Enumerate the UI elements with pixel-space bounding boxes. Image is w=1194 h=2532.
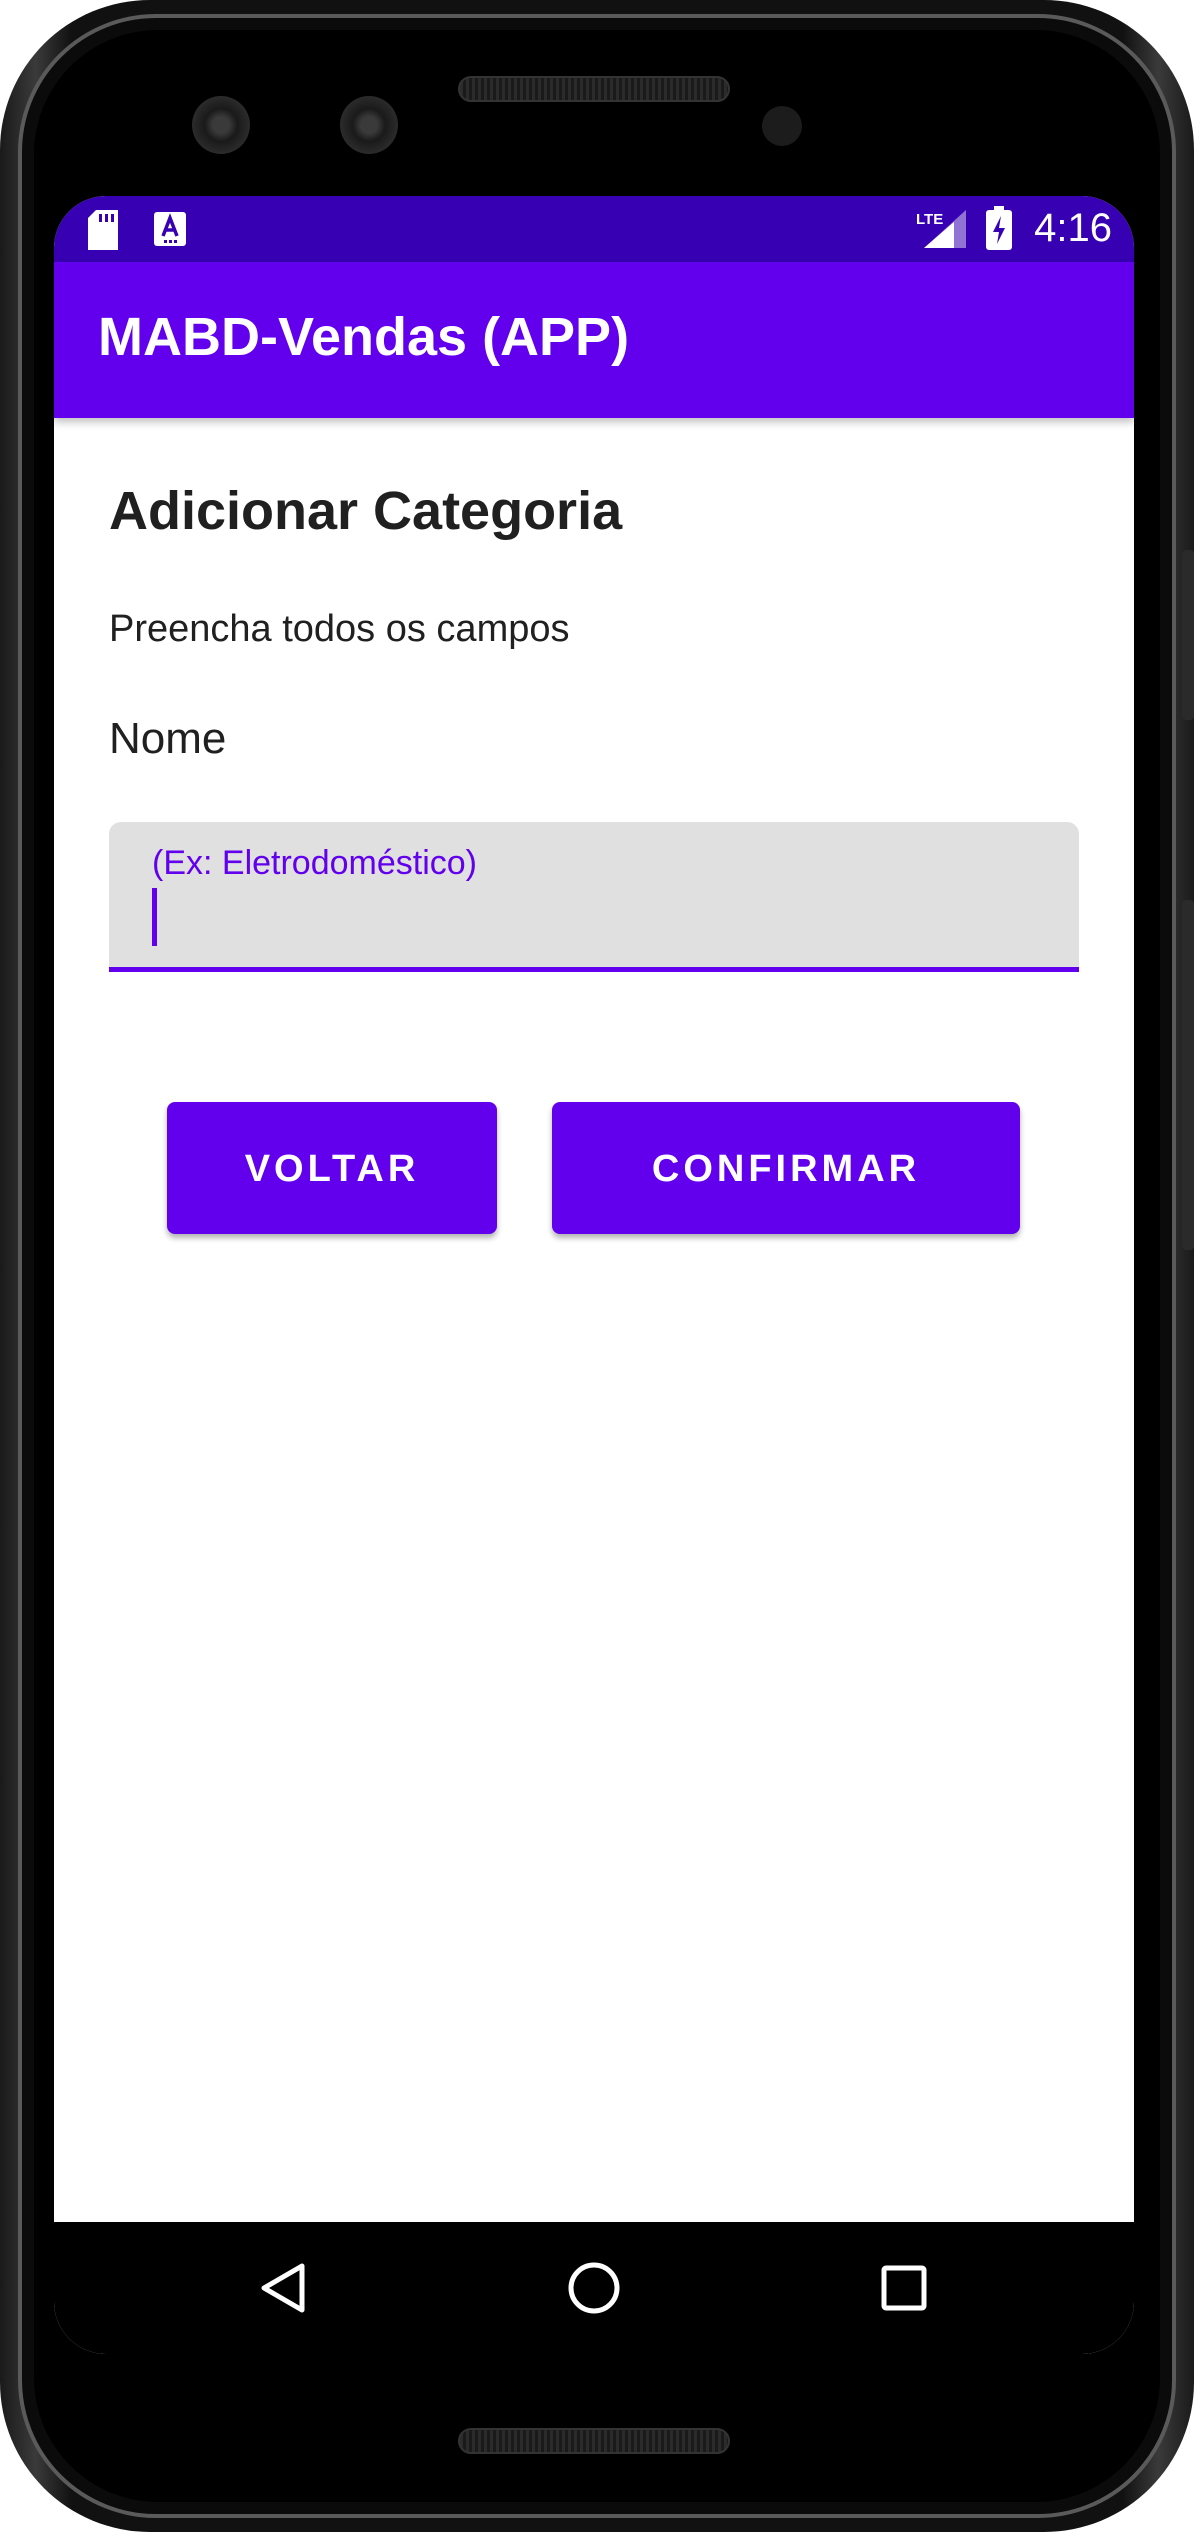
- confirm-button[interactable]: CONFIRMAR: [552, 1102, 1020, 1234]
- top-speaker: [458, 76, 730, 102]
- page-title: Adicionar Categoria: [109, 481, 623, 541]
- front-camera-right: [340, 96, 398, 154]
- name-field-label: Nome: [109, 714, 227, 763]
- keyboard-a-icon: [154, 212, 186, 246]
- recents-square-icon[interactable]: [860, 2244, 948, 2332]
- app-bar: MABD-Vendas (APP): [54, 262, 1134, 418]
- volume-rocker: [1182, 900, 1194, 1250]
- front-camera-left: [192, 96, 250, 154]
- proximity-sensor: [762, 106, 802, 146]
- status-bar: LTE 4:16: [54, 196, 1134, 262]
- name-field-hint: (Ex: Eletrodoméstico): [152, 844, 477, 882]
- bottom-speaker: [458, 2428, 730, 2454]
- network-type-label: LTE: [916, 211, 943, 228]
- status-time: 4:16: [1034, 206, 1112, 250]
- navigation-bar: [54, 2222, 1134, 2354]
- name-field[interactable]: (Ex: Eletrodoméstico): [109, 822, 1079, 972]
- sd-card-icon: [88, 210, 118, 250]
- back-button[interactable]: VOLTAR: [167, 1102, 497, 1234]
- home-circle-icon[interactable]: [550, 2244, 638, 2332]
- form-instructions: Preencha todos os campos: [109, 608, 570, 650]
- app-title: MABD-Vendas (APP): [98, 307, 630, 367]
- screen: LTE 4:16 MABD-Vendas (APP) Adicionar Cat…: [54, 196, 1134, 2354]
- lte-signal-icon: LTE: [916, 210, 966, 248]
- name-input[interactable]: [152, 888, 1052, 944]
- power-button: [1182, 550, 1194, 720]
- battery-charging-icon: [986, 206, 1012, 250]
- back-triangle-icon[interactable]: [240, 2244, 328, 2332]
- text-cursor: [152, 888, 157, 946]
